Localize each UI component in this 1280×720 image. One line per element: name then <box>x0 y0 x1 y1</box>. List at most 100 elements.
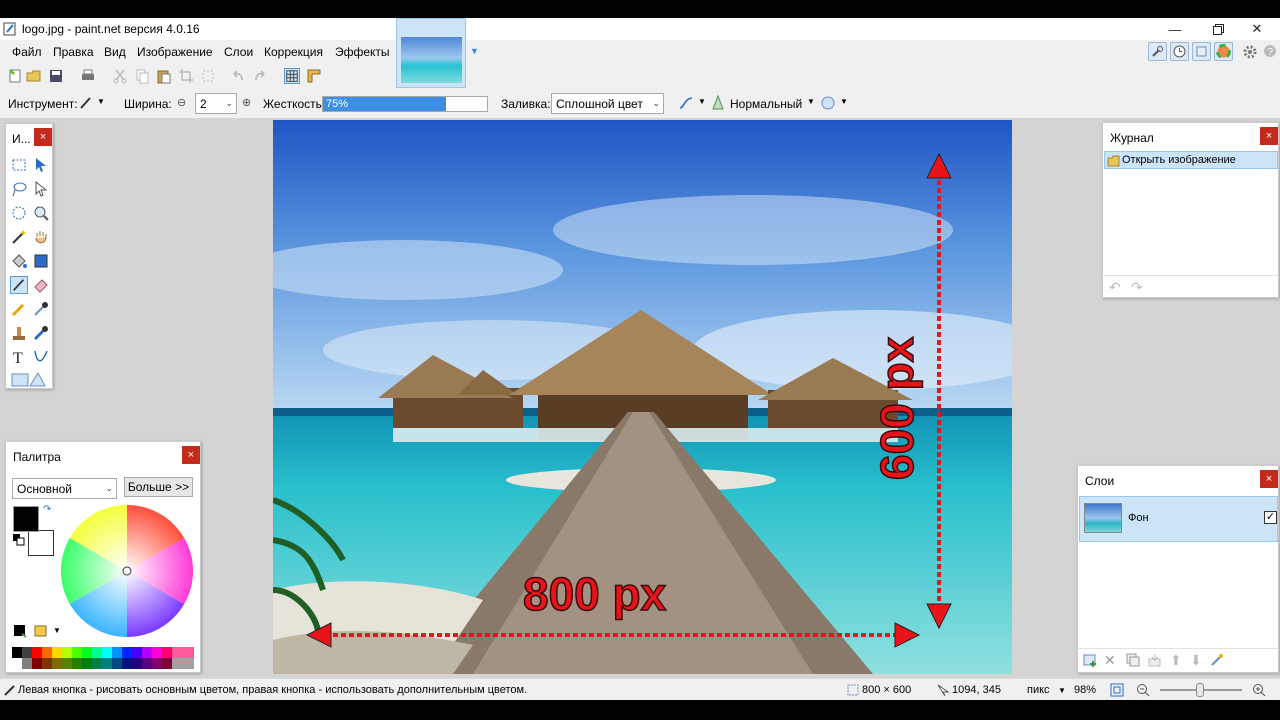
hardness-slider[interactable]: 75% <box>322 96 488 112</box>
units-selector[interactable]: пикс <box>1027 684 1050 696</box>
magic-wand-icon[interactable] <box>10 228 28 246</box>
redo-icon[interactable] <box>252 68 268 84</box>
delete-layer-icon[interactable]: ✕ <box>1104 652 1116 669</box>
grid-icon[interactable] <box>284 68 300 84</box>
blend-mode-value[interactable]: Нормальный <box>730 97 802 111</box>
selection-mode-icon[interactable] <box>820 95 836 111</box>
fill-select[interactable]: Сплошной цвет ⌄ <box>551 93 664 114</box>
tool-dropdown-chevron-icon[interactable]: ▼ <box>97 97 105 106</box>
toggle-tools-button[interactable] <box>1148 42 1167 61</box>
layer-row[interactable]: Фон ✓ <box>1079 496 1278 542</box>
new-file-icon[interactable] <box>7 68 23 84</box>
cut-icon[interactable] <box>112 68 128 84</box>
selection-mode-chevron-icon[interactable]: ▼ <box>840 97 848 106</box>
text-tool-icon[interactable]: T <box>10 348 28 366</box>
toggle-layers-button[interactable] <box>1192 42 1211 61</box>
settings-gear-icon[interactable] <box>1242 44 1258 60</box>
paste-icon[interactable] <box>156 68 172 84</box>
add-layer-icon[interactable] <box>1083 653 1097 667</box>
zoom-slider-thumb[interactable] <box>1196 683 1204 697</box>
open-file-icon[interactable] <box>26 68 42 84</box>
history-panel-close-button[interactable]: × <box>1260 127 1278 145</box>
secondary-color-swatch[interactable] <box>28 530 54 556</box>
menu-adjustments[interactable]: Коррекция <box>264 45 323 59</box>
palette-options-chevron-icon[interactable]: ▼ <box>53 626 61 635</box>
recolor-icon[interactable] <box>32 324 50 342</box>
zoom-icon[interactable] <box>32 204 50 222</box>
color-palette-strip[interactable] <box>12 647 194 669</box>
menu-view[interactable]: Вид <box>104 45 126 59</box>
palette-panel-close-button[interactable]: × <box>182 446 200 464</box>
duplicate-layer-icon[interactable] <box>1126 653 1140 667</box>
cursor-position-icon <box>937 684 950 697</box>
clone-stamp-icon[interactable] <box>10 324 28 342</box>
move-selected-icon[interactable] <box>32 156 50 174</box>
move-selection-icon[interactable] <box>32 180 50 198</box>
copy-icon[interactable] <box>134 68 150 84</box>
antialiasing-chevron-icon[interactable]: ▼ <box>698 97 706 106</box>
reset-colors-icon[interactable] <box>13 534 25 546</box>
primary-mini-swatch-icon[interactable] <box>13 624 27 638</box>
move-layer-down-icon[interactable]: ⬇ <box>1190 652 1202 669</box>
color-wheel[interactable] <box>60 504 194 638</box>
paint-bucket-icon[interactable] <box>10 252 28 270</box>
crop-icon[interactable] <box>178 68 194 84</box>
width-chevron-down-icon: ⌄ <box>225 98 233 108</box>
menu-edit[interactable]: Правка <box>53 45 94 59</box>
zoom-level[interactable]: 98% <box>1074 684 1096 696</box>
save-icon[interactable] <box>48 68 64 84</box>
move-layer-up-icon[interactable]: ⬆ <box>1170 652 1182 669</box>
primary-color-swatch[interactable] <box>13 506 39 532</box>
gradient-icon[interactable] <box>32 252 50 270</box>
history-item[interactable]: Открыть изображение <box>1104 151 1278 169</box>
more-colors-button[interactable]: Больше >> <box>124 477 193 497</box>
merge-layer-down-icon[interactable] <box>1148 653 1162 667</box>
blend-mode-chevron-icon[interactable]: ▼ <box>807 97 815 106</box>
palette-options-icon[interactable] <box>34 624 48 638</box>
history-redo-icon[interactable]: ↷ <box>1131 279 1143 296</box>
width-select[interactable]: 2 ⌄ <box>195 93 237 114</box>
image-canvas[interactable]: 800 px 600 px <box>273 120 1012 674</box>
layer-visibility-checkbox[interactable]: ✓ <box>1264 511 1277 524</box>
toggle-colors-button[interactable] <box>1214 42 1233 61</box>
pencil-icon[interactable] <box>10 300 28 318</box>
color-picker-icon[interactable] <box>32 300 50 318</box>
pan-hand-icon[interactable] <box>32 228 50 246</box>
swap-colors-icon[interactable]: ↷ <box>43 504 51 515</box>
palette-mode-select[interactable]: Основной ⌄ <box>12 478 117 499</box>
units-chevron-icon[interactable]: ▼ <box>1058 686 1066 695</box>
history-undo-icon[interactable]: ↶ <box>1109 279 1121 296</box>
minimize-button[interactable]: — <box>1152 18 1198 40</box>
ellipse-select-icon[interactable] <box>10 204 28 222</box>
close-window-button[interactable]: ✕ <box>1234 18 1280 40</box>
line-curve-icon[interactable] <box>32 348 50 366</box>
menu-file[interactable]: Файл <box>12 45 42 59</box>
width-increase-icon[interactable]: ⊕ <box>242 96 251 109</box>
antialiasing-icon[interactable] <box>678 95 694 111</box>
tools-panel-close-button[interactable]: × <box>34 128 52 146</box>
hardness-value: 75% <box>326 98 349 110</box>
brush-tool-icon[interactable] <box>78 95 94 111</box>
deselect-icon[interactable] <box>200 68 216 84</box>
rectangle-select-icon[interactable] <box>10 156 28 174</box>
eraser-icon[interactable] <box>32 276 50 294</box>
width-decrease-icon[interactable]: ⊖ <box>177 96 186 109</box>
lasso-select-icon[interactable] <box>10 180 28 198</box>
zoom-in-icon[interactable] <box>1252 683 1266 697</box>
shapes-icon[interactable] <box>10 370 46 388</box>
paintbrush-icon[interactable] <box>10 276 28 294</box>
layers-panel-close-button[interactable]: × <box>1260 470 1278 488</box>
menu-effects[interactable]: Эффекты <box>335 45 390 59</box>
menu-layers[interactable]: Слои <box>224 45 253 59</box>
layer-properties-icon[interactable] <box>1210 653 1224 667</box>
undo-icon[interactable] <box>230 68 246 84</box>
toggle-history-button[interactable] <box>1170 42 1189 61</box>
zoom-to-window-icon[interactable] <box>1110 683 1124 697</box>
image-tab-thumbnail[interactable] <box>396 18 466 88</box>
zoom-out-icon[interactable] <box>1136 683 1150 697</box>
help-icon[interactable]: ? <box>1263 44 1277 58</box>
ruler-icon[interactable] <box>306 68 322 84</box>
print-icon[interactable] <box>80 68 96 84</box>
tab-list-chevron-icon[interactable]: ▼ <box>470 46 479 56</box>
menu-image[interactable]: Изображение <box>137 45 213 59</box>
